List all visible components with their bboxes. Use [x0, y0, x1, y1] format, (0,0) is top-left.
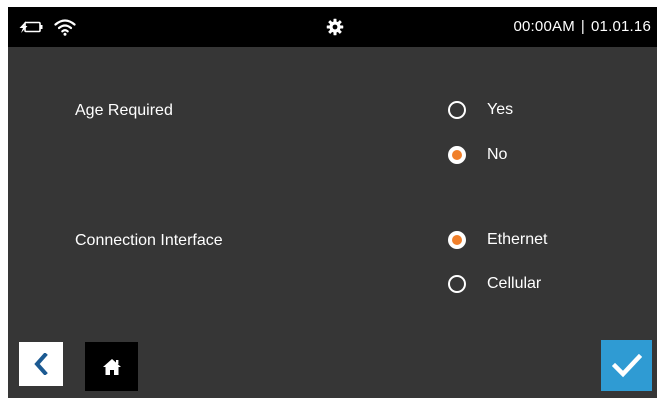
- status-time: 00:00AM: [513, 18, 575, 35]
- battery-charging-icon: [19, 21, 43, 33]
- back-button[interactable]: [19, 342, 63, 386]
- status-datetime: 00:00AM | 01.01.16: [513, 17, 651, 37]
- status-bar: 00:00AM | 01.01.16: [8, 7, 657, 47]
- wifi-icon: [54, 19, 76, 36]
- age-required-no-option[interactable]: No: [448, 143, 507, 167]
- connection-cellular-radio[interactable]: [448, 275, 466, 293]
- connection-ethernet-option[interactable]: Ethernet: [448, 228, 547, 252]
- connection-interface-label: Connection Interface: [75, 232, 223, 249]
- home-button[interactable]: [85, 342, 138, 391]
- age-required-label: Age Required: [75, 102, 173, 119]
- settings-gear[interactable]: [326, 18, 344, 36]
- age-required-no-label: No: [487, 146, 508, 163]
- connection-ethernet-radio[interactable]: [448, 231, 466, 249]
- status-date: 01.01.16: [591, 18, 651, 35]
- checkmark-icon: [611, 353, 642, 377]
- chevron-left-icon: [34, 353, 48, 375]
- status-separator: |: [580, 18, 585, 35]
- age-required-no-radio[interactable]: [448, 146, 466, 164]
- gear-icon: [326, 18, 344, 36]
- connection-cellular-label: Cellular: [487, 275, 542, 292]
- home-icon: [102, 358, 121, 375]
- age-required-yes-radio[interactable]: [448, 101, 466, 119]
- confirm-button[interactable]: [601, 340, 652, 391]
- settings-screen: 00:00AM | 01.01.16 Age Required Yes No Con…: [8, 7, 657, 398]
- status-icons-left: [18, 17, 76, 37]
- connection-cellular-option[interactable]: Cellular: [448, 272, 541, 296]
- connection-ethernet-label: Ethernet: [487, 231, 548, 248]
- age-required-yes-label: Yes: [487, 101, 514, 118]
- age-required-yes-option[interactable]: Yes: [448, 98, 513, 122]
